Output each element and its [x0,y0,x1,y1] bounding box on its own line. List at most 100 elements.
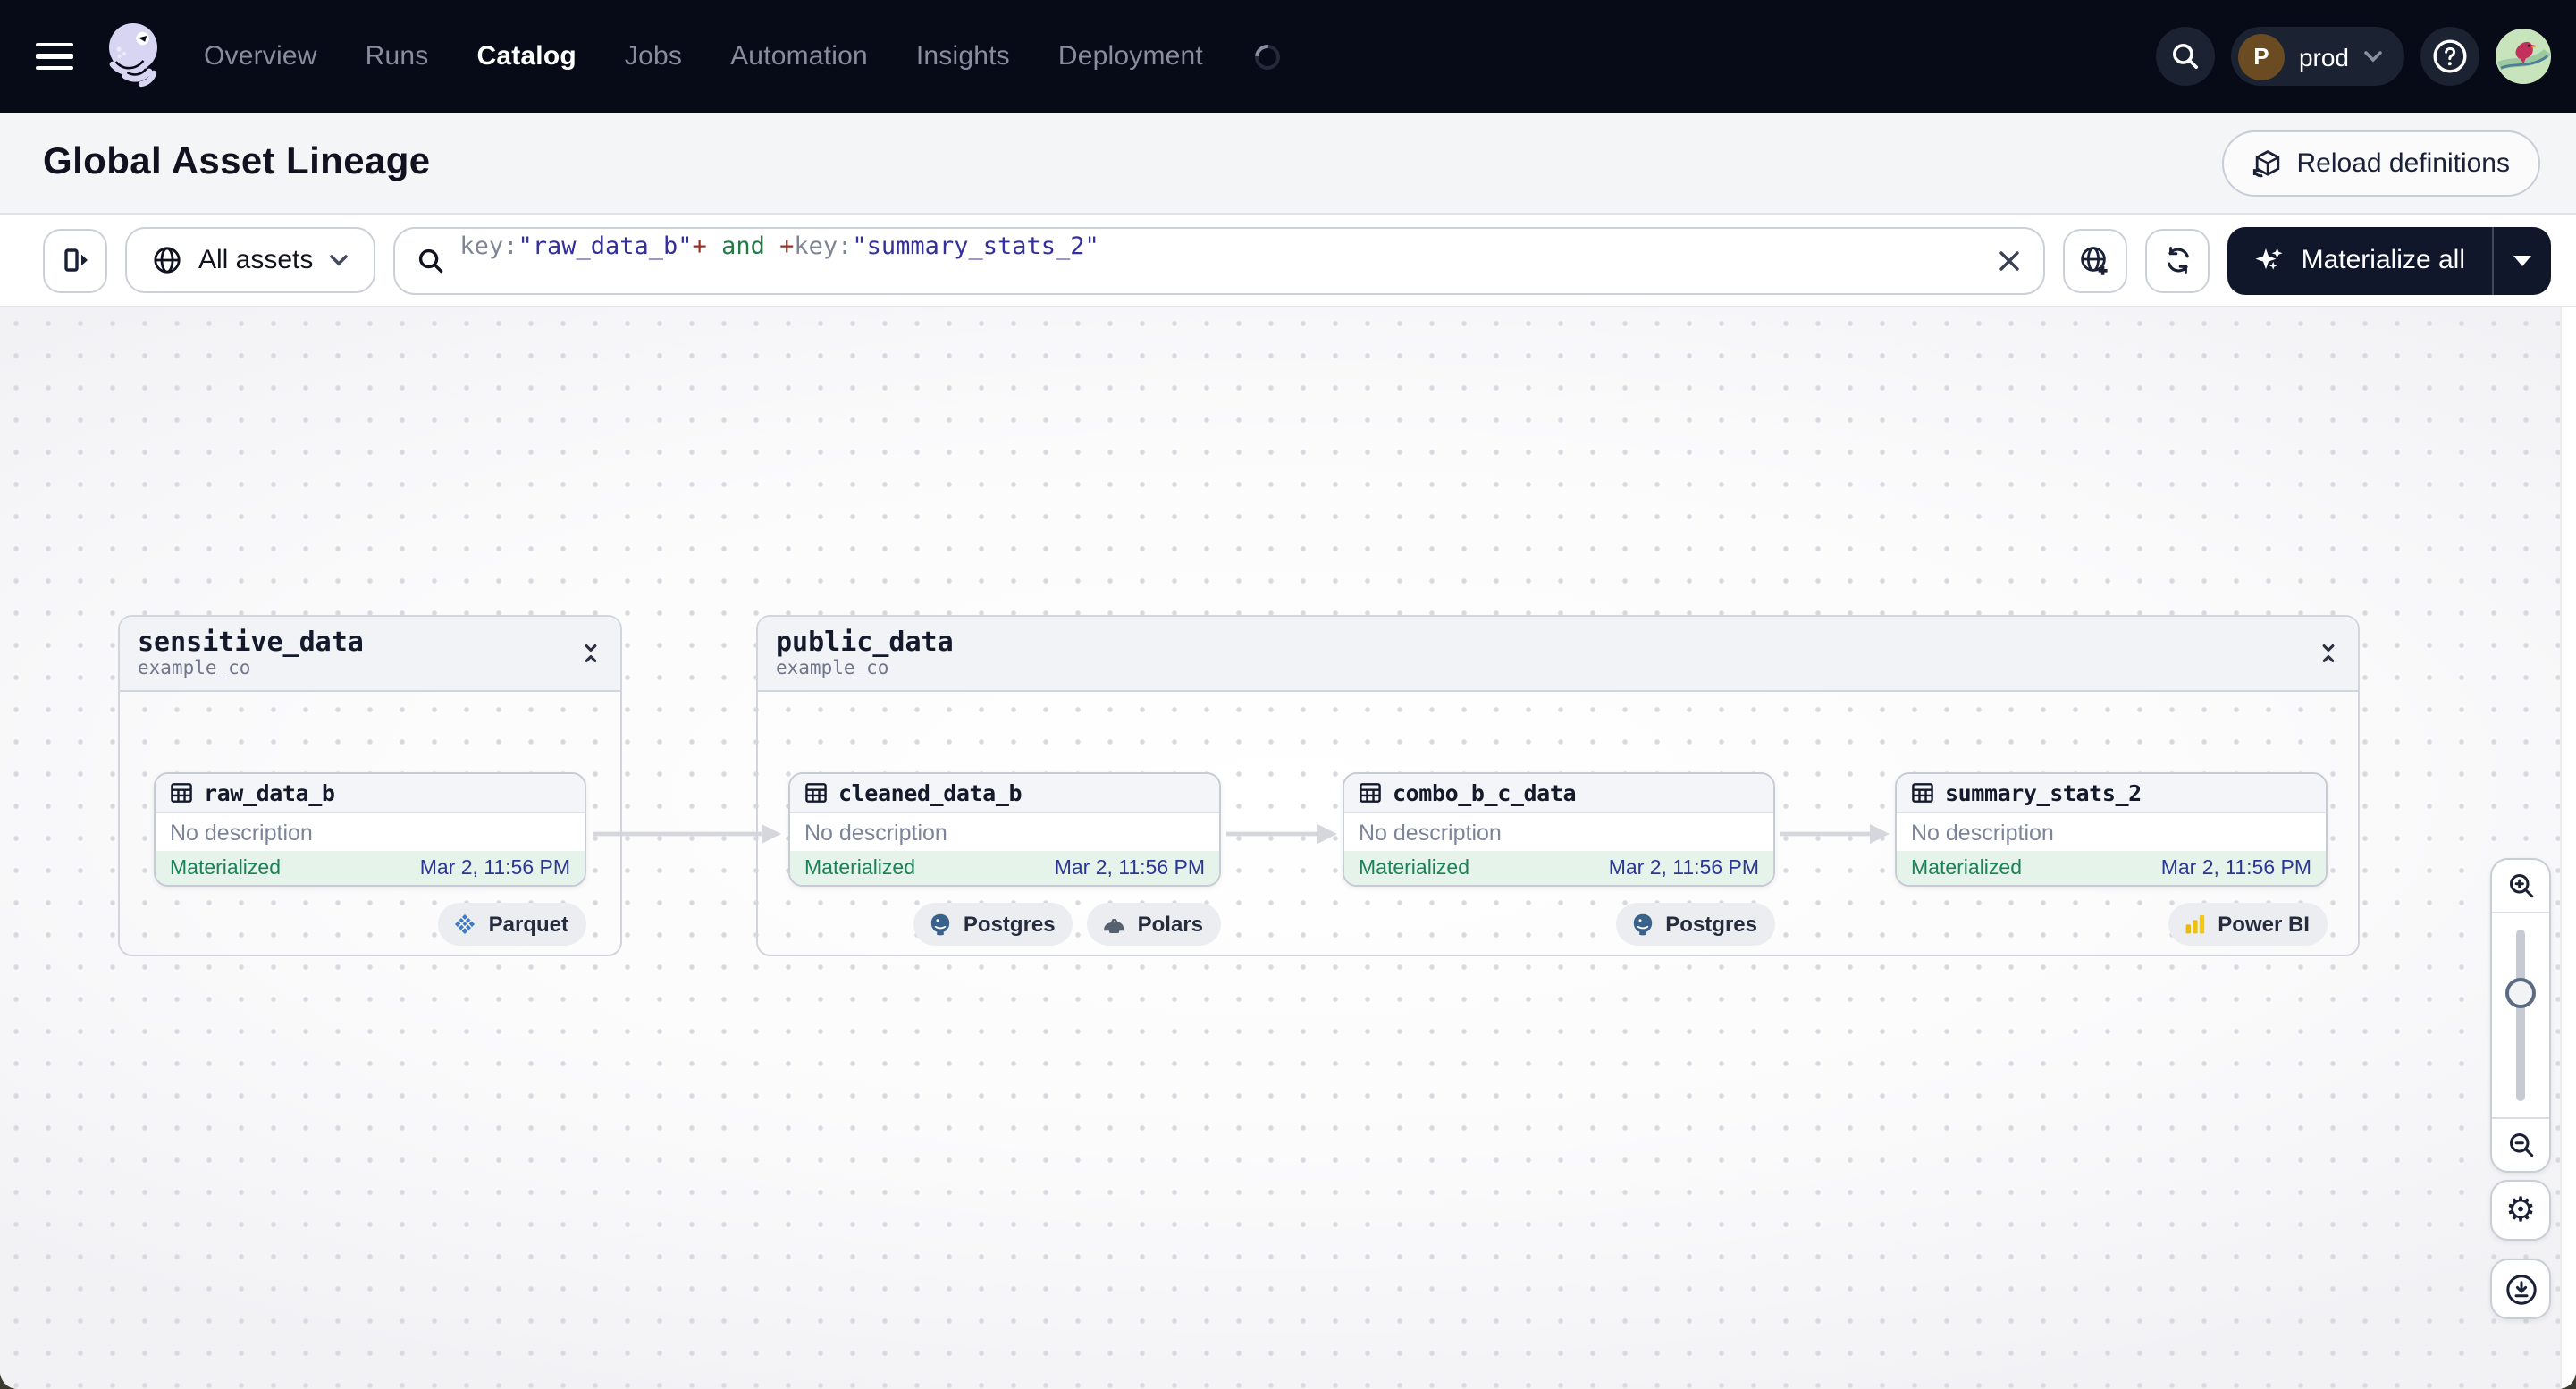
asset-scope-label: All assets [198,245,314,275]
asset-tags-raw-data-b: Parquet [154,903,586,946]
asset-name: raw_data_b [204,779,335,806]
lineage-toolbar: All assets key:"raw_data_b"+ and +key:"s… [0,215,2576,307]
clear-search-button[interactable] [1998,248,2023,273]
reload-definitions-label: Reload definitions [2296,147,2511,178]
group-header: public_data example_co [758,617,2358,692]
zoom-slider-handle[interactable] [2505,978,2536,1008]
query-plus-token: + [692,232,707,260]
group-name: public_data [776,626,954,658]
caret-down-icon [2513,255,2531,265]
graph-settings-button[interactable]: ⚙ [2490,1180,2551,1241]
lineage-canvas[interactable]: sensitive_data example_co public_data ex… [0,307,2576,1389]
nav-item-deployment[interactable]: Deployment [1058,41,1203,72]
zoom-controls [2490,858,2551,1173]
asset-name: combo_b_c_data [1393,779,1577,806]
dagster-logo-icon[interactable] [100,17,172,96]
collapse-group-button[interactable] [579,642,602,665]
collapse-icon [585,644,597,662]
asset-search-input[interactable]: key:"raw_data_b"+ and +key:"summary_stat… [393,226,2046,294]
asset-materialization-timestamp[interactable]: Mar 2, 11:56 PM [1055,857,1205,879]
nav-item-overview[interactable]: Overview [204,41,317,72]
asset-tags-summary-stats-2: Power BI [1895,903,2328,946]
zoom-slider[interactable] [2492,913,2549,1117]
postgres-icon [1633,913,1652,936]
tag-postgres[interactable]: Postgres [913,903,1073,946]
asset-node-summary-stats-2[interactable]: summary_stats_2 No description Materiali… [1895,772,2328,887]
nav-item-insights[interactable]: Insights [916,41,1010,72]
asset-node-header: summary_stats_2 [1897,774,2326,813]
tag-label: Postgres [1665,912,1757,937]
search-icon [419,248,443,273]
environment-avatar: P [2237,33,2285,80]
parquet-icon [455,913,476,935]
filter-to-selection-button[interactable] [2063,228,2128,292]
zoom-out-button[interactable] [2492,1117,2549,1171]
collapse-group-button[interactable] [2317,642,2340,665]
asset-status: Materialized [1911,857,2022,879]
nav-item-jobs[interactable]: Jobs [625,41,682,72]
materialize-options-button[interactable] [2492,226,2551,294]
download-image-button[interactable] [2490,1259,2551,1319]
query-plus-token: + [779,232,795,260]
panel-expand-icon [63,248,87,272]
nav-item-catalog[interactable]: Catalog [476,41,576,72]
asset-node-combo-b-c-data[interactable]: combo_b_c_data No description Materializ… [1343,772,1775,887]
asset-node-cleaned-data-b[interactable]: cleaned_data_b No description Materializ… [788,772,1221,887]
asset-scope-dropdown[interactable]: All assets [125,227,376,293]
tag-power-bi[interactable]: Power BI [2168,903,2328,946]
asset-name: cleaned_data_b [838,779,1023,806]
query-value-token: "raw_data_b" [518,232,693,260]
environment-switcher[interactable]: P prod [2230,27,2404,86]
close-icon [1999,250,2020,270]
page-header: Global Asset Lineage Reload definitions [0,113,2576,215]
asset-node-raw-data-b[interactable]: raw_data_b No description Materialized M… [154,772,586,887]
query-and-token: and [706,232,780,260]
asset-search-query[interactable]: key:"raw_data_b"+ and +key:"summary_stat… [459,232,1983,289]
group-code-location: example_co [776,658,889,679]
zoom-in-button[interactable] [2492,860,2549,913]
loading-spinner-icon [1250,38,1285,74]
nav-item-automation[interactable]: Automation [730,41,868,72]
table-icon [1360,783,1381,803]
collapse-icon [2322,644,2335,662]
asset-materialization-timestamp[interactable]: Mar 2, 11:56 PM [420,857,570,879]
gear-icon: ⚙ [2504,1190,2537,1229]
tag-label: Postgres [963,912,1056,937]
tag-parquet[interactable]: Parquet [438,903,586,946]
materialize-all-button[interactable]: Materialize all [2228,226,2492,294]
user-avatar[interactable] [2496,29,2551,84]
sparkle-icon [2255,248,2284,270]
dagster-app-window: Overview Runs Catalog Jobs Automation In… [0,0,2576,1389]
asset-materialization-timestamp[interactable]: Mar 2, 11:56 PM [2161,857,2311,879]
asset-status-bar: Materialized Mar 2, 11:56 PM [156,851,585,885]
table-icon [805,783,827,803]
query-key-token: key: [459,232,518,260]
asset-status: Materialized [1359,857,1469,879]
reload-definitions-button[interactable]: Reload definitions [2221,130,2540,196]
asset-status: Materialized [170,857,281,879]
asset-tags-cleaned-data-b: Postgres Polars [788,903,1221,946]
open-left-panel-button[interactable] [43,228,107,292]
polars-icon [1104,919,1124,933]
help-icon [2433,39,2467,73]
asset-tags-combo-b-c-data: Postgres [1343,903,1775,946]
search-button[interactable] [2155,27,2215,86]
asset-status: Materialized [804,857,915,879]
asset-description: No description [804,820,947,845]
globe-icon [154,247,181,274]
environment-name: prod [2298,42,2349,71]
asset-materialization-timestamp[interactable]: Mar 2, 11:56 PM [1609,857,1759,879]
postgres-icon [930,913,950,936]
menu-icon[interactable] [25,26,86,87]
zoom-slider-track[interactable] [2516,930,2525,1101]
help-button[interactable] [2420,27,2479,86]
materialize-all-label: Materialize all [2301,245,2465,275]
nav-item-runs[interactable]: Runs [366,41,429,72]
refresh-graph-button[interactable] [2145,228,2210,292]
tag-postgres[interactable]: Postgres [1615,903,1775,946]
asset-status-bar: Materialized Mar 2, 11:56 PM [1897,851,2326,885]
table-icon [171,783,192,803]
tag-polars[interactable]: Polars [1087,903,1221,946]
query-value-token: "summary_stats_2" [852,232,1099,260]
download-icon [2505,1274,2536,1304]
